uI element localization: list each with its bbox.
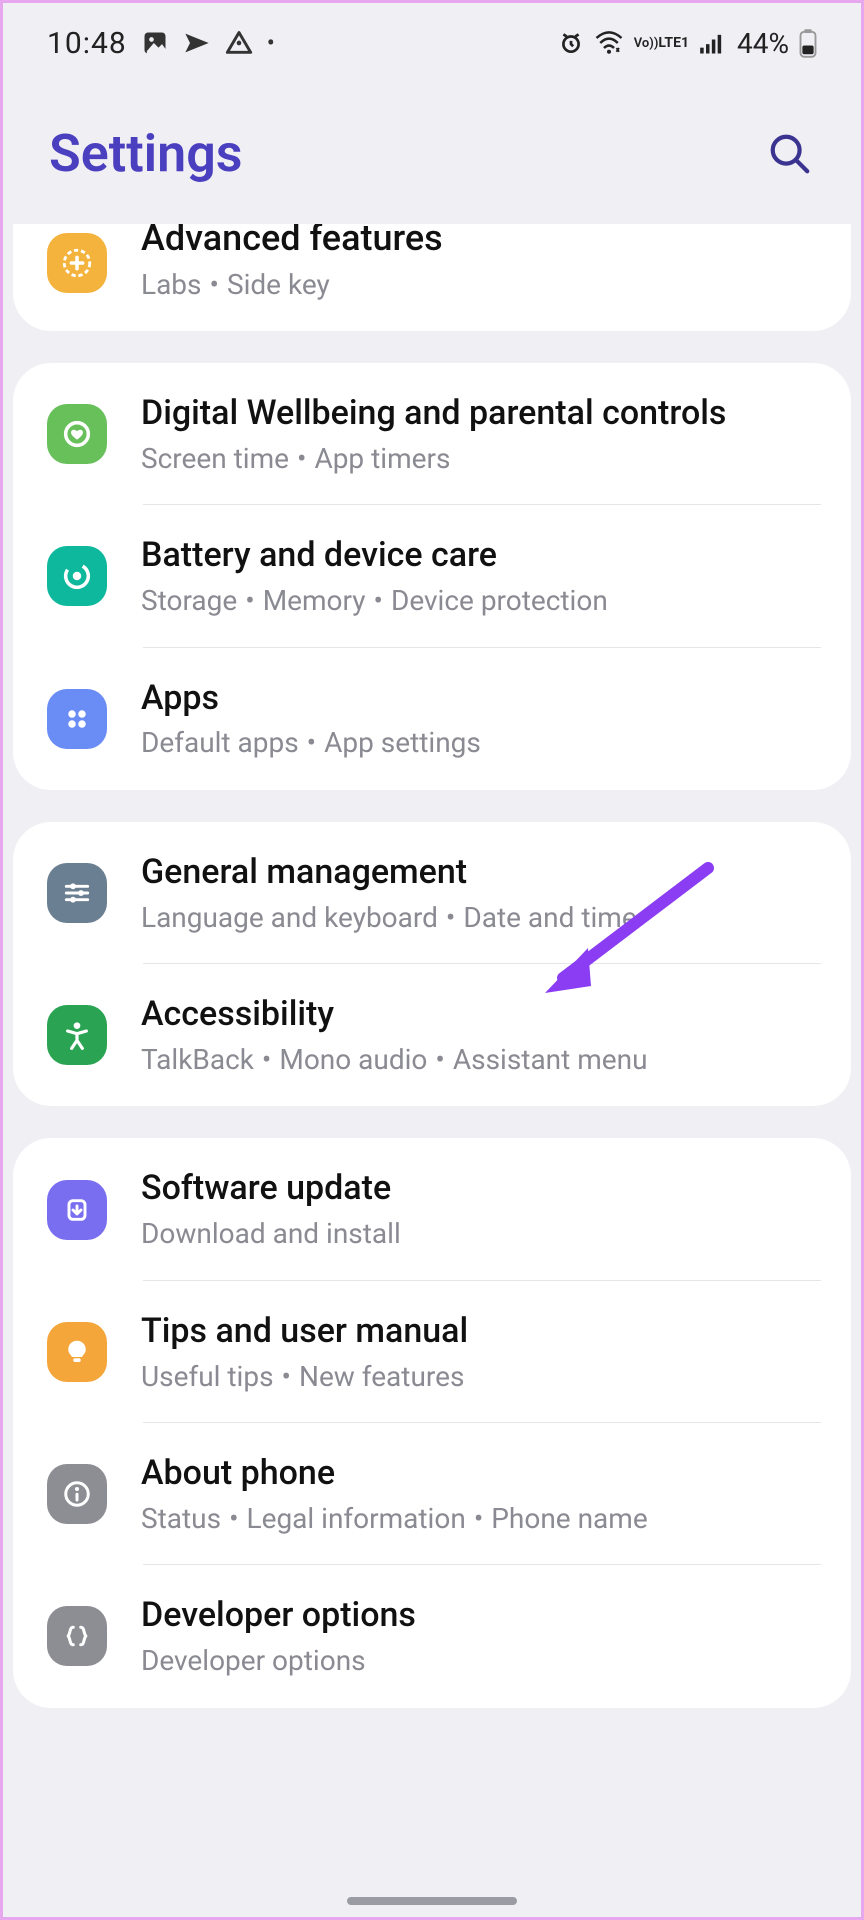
send-icon [183,29,211,57]
settings-list: Advanced features Labs•Side key Digital … [3,224,861,1708]
settings-item-subtitle: Screen time•App timers [141,441,821,477]
settings-item-subtitle: Status•Legal information•Phone name [141,1501,821,1537]
header: Settings [3,73,861,224]
settings-item-subtitle: Default apps•App settings [141,725,821,761]
person-icon [47,1005,107,1065]
settings-group: Software update Download and install Tip… [13,1138,851,1707]
settings-item-accessibility[interactable]: Accessibility TalkBack•Mono audio•Assist… [13,964,851,1106]
settings-item-subtitle: TalkBack•Mono audio•Assistant menu [141,1042,821,1078]
apps-icon [47,689,107,749]
device-care-icon [47,546,107,606]
sliders-icon [47,863,107,923]
battery-percentage: 44% [737,27,789,60]
status-bar: 10:48 • Vo)) LTE1 44% [3,3,861,73]
settings-item-software-update[interactable]: Software update Download and install [13,1138,851,1280]
settings-item-title: About phone [141,1451,821,1497]
settings-item-title: Software update [141,1166,821,1212]
settings-item-developer-options[interactable]: Developer options Developer options [13,1565,851,1707]
page-title: Settings [49,123,243,184]
settings-item-title: Battery and device care [141,533,821,579]
settings-item-title: Advanced features [141,224,821,263]
more-dot-icon: • [267,29,275,57]
status-right: Vo)) LTE1 44% [558,27,817,60]
signal-icon [699,31,727,55]
info-icon [47,1464,107,1524]
volte-icon: Vo)) LTE1 [634,36,689,50]
settings-item-subtitle: Developer options [141,1643,821,1679]
update-icon [47,1180,107,1240]
settings-item-subtitle: Language and keyboard•Date and time [141,900,821,936]
settings-item-title: Digital Wellbeing and parental controls [141,391,821,437]
settings-item-title: Accessibility [141,992,821,1038]
alarm-icon [558,30,584,56]
settings-item-tips-user-manual[interactable]: Tips and user manual Useful tips•New fea… [13,1281,851,1423]
settings-item-about-phone[interactable]: About phone Status•Legal information•Pho… [13,1423,851,1565]
settings-item-subtitle: Storage•Memory•Device protection [141,583,821,619]
search-icon [767,131,813,177]
bulb-icon [47,1322,107,1382]
wifi-icon [594,30,624,56]
image-icon [141,29,169,57]
settings-item-title: Apps [141,676,821,722]
settings-item-digital-wellbeing[interactable]: Digital Wellbeing and parental controls … [13,363,851,505]
search-button[interactable] [765,129,815,179]
home-indicator[interactable] [347,1897,517,1905]
settings-item-subtitle: Labs•Side key [141,267,821,303]
settings-item-title: General management [141,850,821,896]
settings-item-subtitle: Useful tips•New features [141,1359,821,1395]
alert-triangle-icon [225,29,253,57]
status-left: 10:48 • [47,26,275,61]
settings-item-advanced-features[interactable]: Advanced features Labs•Side key [13,224,851,331]
settings-item-apps[interactable]: Apps Default apps•App settings [13,648,851,790]
status-time: 10:48 [47,26,127,61]
settings-item-general-management[interactable]: General management Language and keyboard… [13,822,851,964]
settings-group: Digital Wellbeing and parental controls … [13,363,851,790]
braces-icon [47,1606,107,1666]
gear-plus-icon [47,233,107,293]
wellbeing-icon [47,404,107,464]
settings-item-title: Developer options [141,1593,821,1639]
settings-item-subtitle: Download and install [141,1216,821,1252]
settings-item-battery-device-care[interactable]: Battery and device care Storage•Memory•D… [13,505,851,647]
settings-group: General management Language and keyboard… [13,822,851,1107]
settings-item-title: Tips and user manual [141,1309,821,1355]
battery-icon [799,28,817,58]
settings-group: Advanced features Labs•Side key [13,224,851,331]
